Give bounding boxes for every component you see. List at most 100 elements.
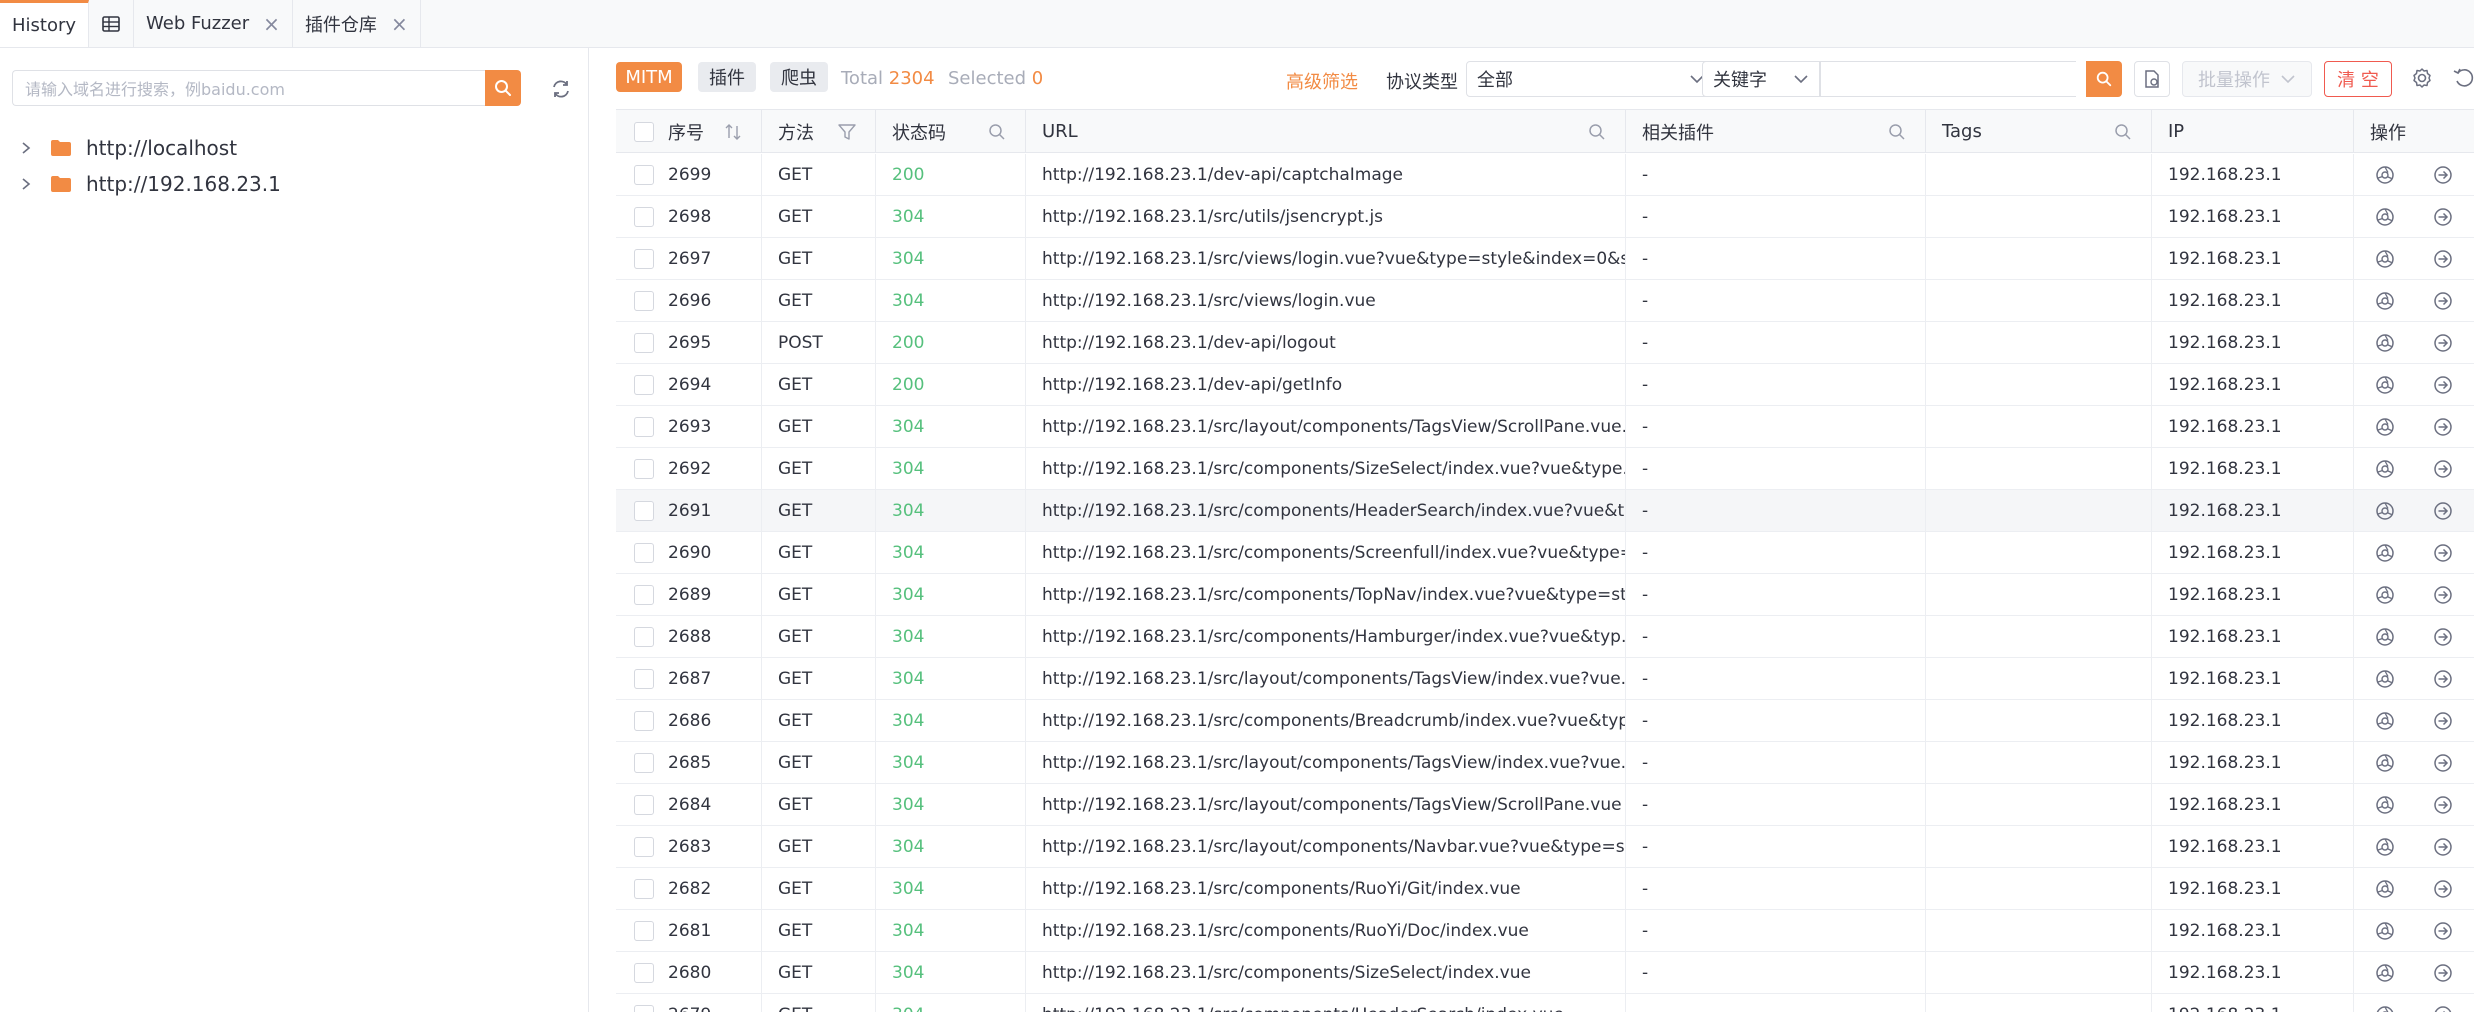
keyword-search-button[interactable] [2086,61,2122,97]
column-header-no[interactable]: 序号 [616,110,762,153]
table-row[interactable]: 2693 GET 304 http://192.168.23.1/src/layout… [616,406,2474,448]
mitm-filter-button[interactable]: MITM [616,62,682,92]
arrow-right-circle-icon[interactable] [2432,374,2454,396]
arrow-right-circle-icon[interactable] [2432,752,2454,774]
table-row[interactable]: 2680 GET 304 http://192.168.23.1/src/compon… [616,952,2474,994]
settings-button[interactable] [2410,66,2436,92]
arrow-right-circle-icon[interactable] [2432,1004,2454,1012]
close-icon[interactable]: × [263,14,280,34]
row-checkbox[interactable] [634,416,654,437]
arrow-right-circle-icon[interactable] [2432,626,2454,648]
row-checkbox[interactable] [634,584,654,605]
browser-icon[interactable] [2374,332,2396,354]
export-button[interactable] [2134,61,2170,97]
row-checkbox[interactable] [634,542,654,563]
table-row[interactable]: 2684 GET 304 http://192.168.23.1/src/layout… [616,784,2474,826]
reload-button[interactable] [2452,66,2474,92]
row-checkbox[interactable] [634,206,654,227]
table-row[interactable]: 2683 GET 304 http://192.168.23.1/src/layout… [616,826,2474,868]
search-field-select[interactable]: 关键字 [1702,61,1820,97]
table-row[interactable]: 2697 GET 304 http://192.168.23.1/src/views/… [616,238,2474,280]
filter-icon[interactable] [837,122,857,142]
table-row[interactable]: 2695 POST 200 http://192.168.23.1/dev-api/l… [616,322,2474,364]
batch-actions-dropdown[interactable]: 批量操作 [2182,61,2312,97]
arrow-right-circle-icon[interactable] [2432,332,2454,354]
browser-icon[interactable] [2374,836,2396,858]
tree-node-localhost[interactable]: http://localhost [16,130,281,166]
browser-icon[interactable] [2374,206,2396,228]
row-checkbox[interactable] [634,626,654,647]
search-icon[interactable] [1887,122,1907,142]
row-checkbox[interactable] [634,878,654,899]
arrow-right-circle-icon[interactable] [2432,920,2454,942]
arrow-right-circle-icon[interactable] [2432,962,2454,984]
browser-icon[interactable] [2374,374,2396,396]
tab-plugin-store[interactable]: 插件仓库 × [293,0,421,47]
browser-icon[interactable] [2374,668,2396,690]
table-row[interactable]: 2685 GET 304 http://192.168.23.1/src/layout… [616,742,2474,784]
table-row[interactable]: 2681 GET 304 http://192.168.23.1/src/compon… [616,910,2474,952]
row-checkbox[interactable] [634,710,654,731]
browser-icon[interactable] [2374,584,2396,606]
search-icon[interactable] [2113,122,2133,142]
sort-icon[interactable] [723,122,743,142]
row-checkbox[interactable] [634,374,654,395]
table-row[interactable]: 2687 GET 304 http://192.168.23.1/src/layout… [616,658,2474,700]
arrow-right-circle-icon[interactable] [2432,668,2454,690]
browser-icon[interactable] [2374,878,2396,900]
browser-icon[interactable] [2374,458,2396,480]
arrow-right-circle-icon[interactable] [2432,542,2454,564]
tab-web-fuzzer[interactable]: Web Fuzzer × [134,0,293,47]
browser-icon[interactable] [2374,542,2396,564]
chevron-right-icon[interactable] [16,141,36,155]
row-checkbox[interactable] [634,962,654,983]
arrow-right-circle-icon[interactable] [2432,458,2454,480]
table-row[interactable]: 2696 GET 304 http://192.168.23.1/src/views/… [616,280,2474,322]
table-row[interactable]: 2682 GET 304 http://192.168.23.1/src/compon… [616,868,2474,910]
tab-history[interactable]: History [0,0,90,47]
arrow-right-circle-icon[interactable] [2432,836,2454,858]
row-checkbox[interactable] [634,290,654,311]
arrow-right-circle-icon[interactable] [2432,248,2454,270]
row-checkbox[interactable] [634,500,654,521]
browser-icon[interactable] [2374,416,2396,438]
domain-search-button[interactable] [485,70,521,106]
table-row[interactable]: 2686 GET 304 http://192.168.23.1/src/compon… [616,700,2474,742]
browser-icon[interactable] [2374,164,2396,186]
refresh-tree-button[interactable] [548,76,574,102]
row-checkbox[interactable] [634,836,654,857]
arrow-right-circle-icon[interactable] [2432,878,2454,900]
keyword-search-input[interactable] [1820,61,2076,97]
table-row[interactable]: 2689 GET 304 http://192.168.23.1/src/compon… [616,574,2474,616]
row-checkbox[interactable] [634,458,654,479]
row-checkbox[interactable] [634,332,654,353]
browser-icon[interactable] [2374,290,2396,312]
row-checkbox[interactable] [634,794,654,815]
search-icon[interactable] [987,122,1007,142]
tab-table-view[interactable] [89,0,135,47]
crawler-filter-button[interactable]: 爬虫 [770,62,828,92]
advanced-filter-link[interactable]: 高级筛选 [1286,68,1358,94]
close-icon[interactable]: × [391,14,408,34]
row-checkbox[interactable] [634,164,654,185]
arrow-right-circle-icon[interactable] [2432,164,2454,186]
table-row[interactable]: 2694 GET 200 http://192.168.23.1/dev-api/ge… [616,364,2474,406]
arrow-right-circle-icon[interactable] [2432,206,2454,228]
clear-button[interactable]: 清 空 [2324,61,2392,97]
browser-icon[interactable] [2374,752,2396,774]
table-row[interactable]: 2690 GET 304 http://192.168.23.1/src/compon… [616,532,2474,574]
plugin-filter-button[interactable]: 插件 [698,62,756,92]
row-checkbox[interactable] [634,752,654,773]
table-row[interactable]: 2691 GET 304 http://192.168.23.1/src/compon… [616,490,2474,532]
table-row[interactable]: 2692 GET 304 http://192.168.23.1/src/compon… [616,448,2474,490]
browser-icon[interactable] [2374,920,2396,942]
search-icon[interactable] [1587,122,1607,142]
browser-icon[interactable] [2374,1004,2396,1012]
browser-icon[interactable] [2374,794,2396,816]
row-checkbox[interactable] [634,248,654,269]
table-row[interactable]: 2688 GET 304 http://192.168.23.1/src/compon… [616,616,2474,658]
browser-icon[interactable] [2374,248,2396,270]
browser-icon[interactable] [2374,500,2396,522]
tree-node-192-168-23-1[interactable]: http://192.168.23.1 [16,166,281,202]
arrow-right-circle-icon[interactable] [2432,290,2454,312]
